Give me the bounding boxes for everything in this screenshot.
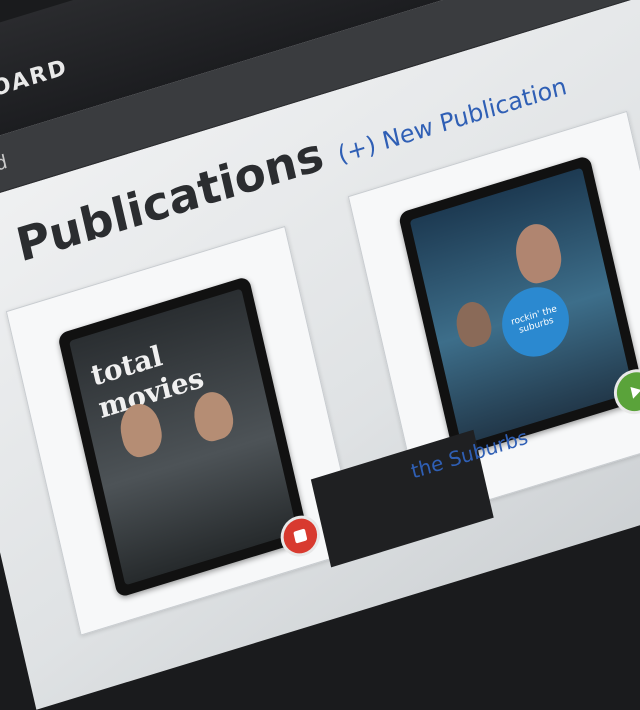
cover-title: total movies <box>87 339 207 425</box>
breadcrumb[interactable]: board <box>0 151 9 189</box>
cover-badge: rockin' the suburbs <box>495 278 576 366</box>
screen-scene: SHBOARD board y Publications (+) New Pub… <box>0 0 640 710</box>
person-figure <box>510 218 566 288</box>
cover-image: total movies <box>69 288 298 586</box>
publication-cover[interactable]: rockin' the suburbs <box>397 154 640 458</box>
publication-card[interactable]: total movies <box>5 225 360 636</box>
main-page: board y Publications (+) New Publication… <box>0 0 640 710</box>
person-figure <box>452 297 495 351</box>
dashboard-brand[interactable]: SHBOARD <box>0 55 70 119</box>
publication-cover[interactable]: total movies <box>57 275 324 599</box>
cover-image: rockin' the suburbs <box>409 167 634 445</box>
